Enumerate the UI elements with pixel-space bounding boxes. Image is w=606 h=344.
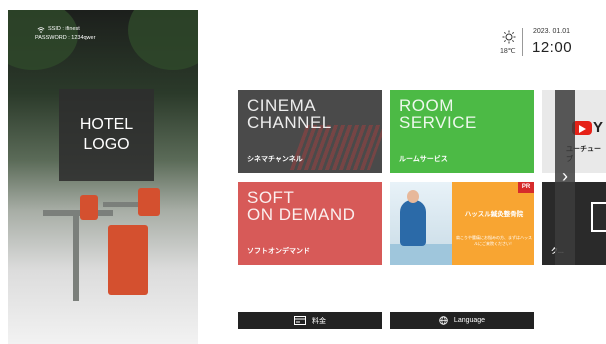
room-subtitle: ルームサービス	[399, 156, 448, 163]
date: 2023. 01.01	[533, 28, 570, 35]
globe-icon	[439, 316, 448, 325]
room-service-tile[interactable]: ROOM SERVICE ルームサービス	[390, 90, 534, 173]
ad-bed	[390, 244, 452, 265]
cinema-title: CINEMA CHANNEL	[247, 97, 332, 131]
cinema-title-line1: CINEMA	[247, 96, 317, 115]
red-chair	[108, 225, 148, 295]
ad-text: 肩こりや腰痛にお悩みの方、まずはハッスルにご来院ください！	[456, 235, 532, 246]
cinema-channel-tile[interactable]: CINEMA CHANNEL シネマチャンネル	[238, 90, 382, 173]
ad-person	[400, 200, 426, 246]
ad-person-head	[407, 190, 419, 203]
wifi-ssid: SSID : ifinest	[48, 26, 80, 32]
room-title: ROOM SERVICE	[399, 97, 477, 131]
red-chair-3	[80, 195, 98, 220]
soft-on-demand-tile[interactable]: SOFT ON DEMAND ソフトオンデマンド	[238, 182, 382, 265]
soft-title-line1: SOFT	[247, 188, 295, 207]
cinema-subtitle: シネマチャンネル	[247, 156, 303, 163]
ceiling-plants-right	[128, 10, 198, 70]
red-chair-2	[138, 188, 160, 216]
header-divider	[522, 28, 523, 56]
wifi-icon	[37, 27, 45, 33]
language-label: Language	[453, 317, 486, 324]
fee-button[interactable]: 料金	[238, 312, 382, 329]
hotel-photo-panel: SSID : ifinest PASSWORD : 1234qwer HOTEL…	[8, 10, 198, 344]
table-leg	[73, 216, 79, 301]
hotel-logo-line1: HOTEL	[79, 116, 134, 133]
wifi-password: PASSWORD : 1234qwer	[35, 35, 96, 41]
sun-icon	[502, 30, 516, 44]
cinema-title-line2: CHANNEL	[247, 113, 332, 132]
price-card-icon	[294, 316, 306, 325]
room-title-line2: SERVICE	[399, 113, 477, 132]
hotel-logo-line2: LOGO	[83, 136, 130, 153]
chevron-right-icon[interactable]: ›	[555, 165, 575, 187]
soft-title-line2: ON DEMAND	[247, 205, 356, 224]
time: 12:00	[532, 39, 573, 56]
partial-tile-icon	[591, 202, 606, 232]
pr-badge: PR	[518, 182, 534, 193]
ad-headline: ハッスル鍼灸整骨院	[464, 211, 524, 218]
language-button[interactable]: Language	[390, 312, 534, 329]
ad-banner-tile[interactable]: PR ハッスル鍼灸整骨院 肩こりや腰痛にお悩みの方、まずはハッスルにご来院くださ…	[390, 182, 534, 265]
room-title-line1: ROOM	[399, 96, 454, 115]
soft-subtitle: ソフトオンデマンド	[247, 248, 310, 255]
youtube-letter: Y	[593, 119, 604, 136]
fee-label: 料金	[312, 317, 326, 325]
temperature: 18℃	[500, 48, 516, 55]
hotel-logo: HOTEL LOGO	[59, 89, 154, 181]
play-icon	[579, 125, 586, 133]
soft-title: SOFT ON DEMAND	[247, 189, 355, 223]
